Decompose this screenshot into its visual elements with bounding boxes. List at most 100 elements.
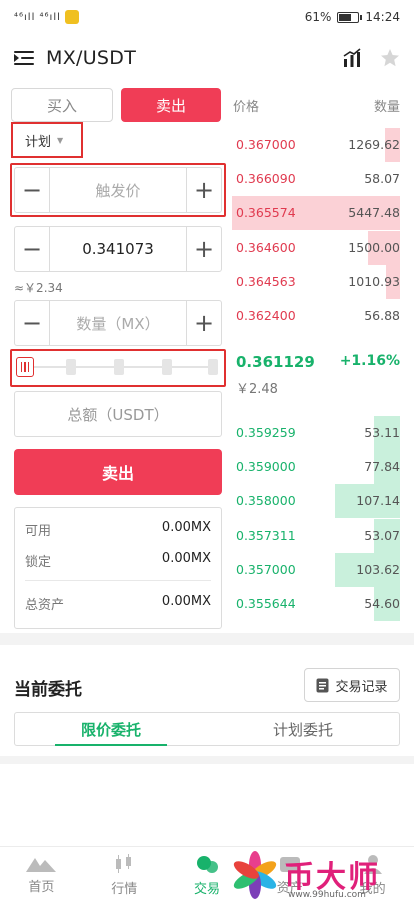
last-price-cny: ￥2.48 [236,382,278,397]
watermark-logo-icon [233,851,277,899]
orderbook-price-header: 价格 [233,100,260,115]
chart-icon[interactable] [342,48,362,68]
sell-button[interactable]: 卖出 [14,449,222,495]
bid-row[interactable]: 0.359259 53.11 [232,416,400,450]
amount-slider[interactable] [14,353,222,381]
trade-icon [196,856,218,873]
amount-decrease-button[interactable]: − [15,301,49,345]
order-type-select[interactable]: 计划 ▼ [11,122,83,158]
ask-price: 0.362400 [236,308,296,323]
current-orders-title: 当前委托 [14,680,82,700]
battery-icon [337,11,363,23]
bid-amount: 103.62 [356,561,400,577]
ask-row[interactable]: 0.364600 1500.00 [232,230,400,265]
header: MX/USDT [0,36,414,80]
orderbook-amount-header: 数量 [373,100,400,115]
ask-price: 0.366090 [236,171,296,187]
nav-trade-label: 交易 [193,882,220,897]
amount-input[interactable]: 数量（MX） [49,301,187,345]
price-cny-estimate: ≈￥2.34 [14,281,63,295]
ask-amount: 1010.93 [348,273,400,289]
price-stepper: − 0.341073 + [14,226,222,272]
watermark-url: www.99hufu.com [288,890,366,900]
bid-row[interactable]: 0.355644 54.60 [232,587,400,621]
ask-row[interactable]: 0.367000 1269.62 [232,128,400,162]
order-type-label: 计划 [25,134,52,150]
tab-limit-orders[interactable]: 限价委托 [15,713,207,746]
trade-records-label: 交易记录 [335,679,388,695]
home-icon [26,858,57,872]
ask-row[interactable]: 0.366090 58.07 [232,162,400,196]
trade-side-tabs: 买入 卖出 [11,88,221,122]
bid-price: 0.357000 [236,561,296,577]
nav-home-label: 首页 [28,880,55,895]
bid-row[interactable]: 0.359000 77.84 [232,450,400,485]
ask-row[interactable]: 0.362400 56.88 [232,299,400,333]
trigger-increase-button[interactable]: + [187,168,221,212]
pair-title[interactable]: MX/USDT [46,47,136,69]
clock: 14:24 [365,10,400,24]
trigger-decrease-button[interactable]: − [15,168,49,212]
trigger-price-stepper: − 触发价 + [14,167,222,213]
ask-price: 0.367000 [236,137,296,152]
slider-node-50[interactable] [114,359,124,375]
bid-row[interactable]: 0.357311 53.07 [232,518,400,553]
bid-price: 0.357311 [236,527,296,543]
status-bar: ⁴⁶ıll ⁴⁶ıll 61% 14:24 [0,0,414,34]
price-decrease-button[interactable]: − [15,227,49,271]
total-assets-value: 0.00MX [161,594,211,609]
bid-amount: 53.11 [364,425,400,440]
trade-records-button[interactable]: 交易记录 [304,668,400,702]
ask-price: 0.364600 [236,239,296,255]
locked-value: 0.00MX [161,551,211,566]
bid-row[interactable]: 0.358000 107.14 [232,484,400,519]
bid-price: 0.359259 [236,425,296,440]
ask-amount: 1500.00 [348,239,400,255]
price-increase-button[interactable]: + [187,227,221,271]
ask-row[interactable]: 0.365574 5447.48 [232,196,400,231]
notification-icon [64,10,79,24]
price-change: +1.16% [339,353,400,369]
chevron-down-icon: ▼ [57,135,64,145]
ask-row[interactable]: 0.364563 1010.93 [232,264,400,299]
total-input[interactable]: 总额（USDT） [14,391,222,437]
star-icon[interactable] [380,48,400,68]
price-input[interactable]: 0.341073 [49,227,187,271]
last-price: 0.361129 [236,353,315,371]
bid-amount: 77.84 [364,459,400,475]
nav-home[interactable]: 首页 [0,847,83,904]
battery-percent: 61% [304,10,332,24]
tab-sell[interactable]: 卖出 [121,88,221,122]
amount-increase-button[interactable]: + [187,301,221,345]
nav-market-label: 行情 [111,882,138,897]
balance-panel: 可用 0.00MX 锁定 0.00MX 总资产 0.00MX [14,507,222,629]
available-label: 可用 [25,524,52,539]
locked-label: 锁定 [25,555,52,570]
bid-row[interactable]: 0.357000 103.62 [232,552,400,587]
bid-amount: 54.60 [364,596,400,611]
available-value: 0.00MX [161,520,211,535]
ask-amount: 58.07 [364,171,400,187]
slider-node-100[interactable] [208,359,218,375]
tab-buy[interactable]: 买入 [11,88,113,122]
candlestick-icon [116,854,132,873]
slider-node-75[interactable] [162,359,172,375]
bid-price: 0.358000 [236,493,296,509]
total-assets-label: 总资产 [25,598,65,613]
ask-amount: 1269.62 [348,137,400,152]
ask-amount: 5447.48 [348,205,400,221]
slider-thumb[interactable] [16,357,34,377]
bid-price: 0.355644 [236,596,296,611]
bid-amount: 107.14 [356,493,400,509]
amount-stepper: − 数量（MX） + [14,300,222,346]
bid-price: 0.359000 [236,459,296,475]
ask-amount: 56.88 [364,308,400,323]
trigger-price-input[interactable]: 触发价 [49,168,187,212]
nav-market[interactable]: 行情 [83,847,166,904]
menu-icon[interactable] [14,50,34,66]
ask-price: 0.364563 [236,273,296,289]
tab-plan-orders[interactable]: 计划委托 [207,713,399,745]
signal-indicator: ⁴⁶ıll ⁴⁶ıll [14,11,61,23]
ask-price: 0.365574 [236,205,296,221]
slider-node-25[interactable] [66,359,76,375]
